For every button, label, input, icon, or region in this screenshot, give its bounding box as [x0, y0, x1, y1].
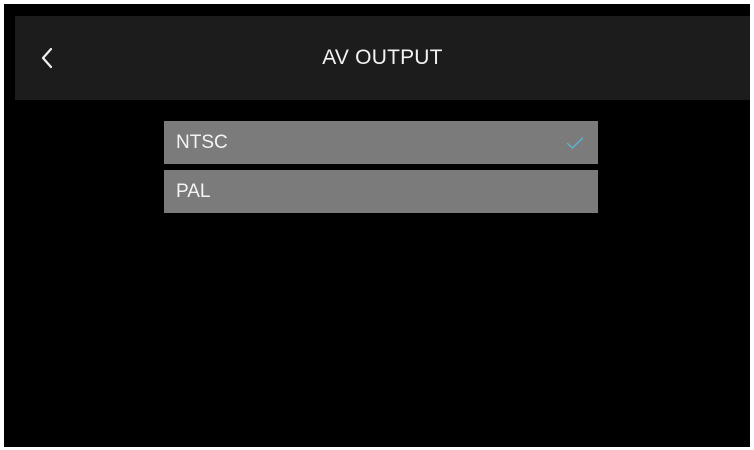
option-ntsc[interactable]: NTSC	[164, 121, 598, 164]
option-label: NTSC	[176, 132, 228, 153]
option-pal[interactable]: PAL	[164, 170, 598, 213]
page-title: AV OUTPUT	[322, 46, 443, 69]
checkmark-icon	[566, 137, 584, 149]
option-label: PAL	[176, 181, 211, 202]
av-output-screen: AV OUTPUT NTSC PAL	[4, 4, 750, 447]
header-bar: AV OUTPUT	[15, 16, 750, 100]
av-output-options: NTSC PAL	[164, 121, 598, 219]
